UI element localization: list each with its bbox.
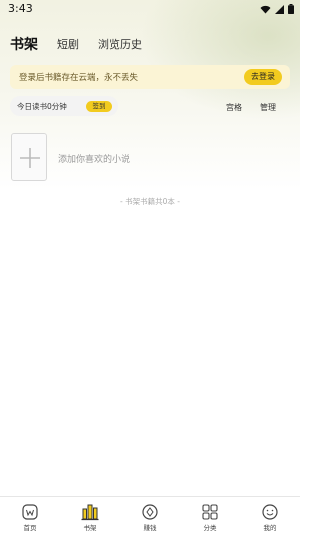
signal-icon bbox=[275, 4, 284, 14]
tab-short-drama[interactable]: 短剧 bbox=[57, 36, 79, 54]
login-banner-text: 登录后书籍存在云端，永不丢失 bbox=[19, 73, 139, 83]
nav-earn-label: 赚钱 bbox=[143, 524, 157, 532]
grid-category-icon bbox=[202, 504, 218, 520]
login-banner: 登录后书籍存在云端，永不丢失 去登录 bbox=[10, 65, 290, 89]
nav-bookshelf-label: 书架 bbox=[83, 524, 97, 532]
nav-profile[interactable]: 我的 bbox=[240, 497, 300, 535]
home-w-icon bbox=[22, 504, 38, 520]
status-bar: 3:43 bbox=[0, 0, 300, 20]
wifi-icon bbox=[260, 5, 271, 13]
coin-icon bbox=[142, 504, 158, 520]
plus-icon bbox=[20, 148, 40, 168]
add-book-button[interactable] bbox=[11, 133, 47, 181]
nav-bookshelf[interactable]: 书架 bbox=[60, 497, 120, 535]
bottom-navigation: 首页 书架 赚钱 分类 我的 bbox=[0, 496, 300, 535]
bookshelf-icon bbox=[81, 504, 99, 521]
shelf-count-text: - 书架书籍共0本 - bbox=[120, 197, 180, 206]
nav-home[interactable]: 首页 bbox=[0, 497, 60, 535]
grid-view-button[interactable]: 宫格 bbox=[226, 102, 242, 113]
nav-earn[interactable]: 赚钱 bbox=[120, 497, 180, 535]
header-tabs: 书架 短剧 浏览历史 bbox=[8, 30, 161, 55]
reading-time-pill: 今日读书0分钟 签到 bbox=[10, 96, 118, 116]
nav-category-label: 分类 bbox=[203, 524, 217, 532]
manage-button[interactable]: 管理 bbox=[260, 102, 276, 113]
battery-icon bbox=[288, 4, 294, 14]
add-book-label[interactable]: 添加你喜欢的小说 bbox=[58, 152, 130, 165]
nav-category[interactable]: 分类 bbox=[180, 497, 240, 535]
nav-profile-label: 我的 bbox=[263, 524, 277, 532]
tab-bookshelf[interactable]: 书架 bbox=[8, 34, 38, 55]
tab-browse-history[interactable]: 浏览历史 bbox=[98, 36, 142, 54]
sign-in-button[interactable]: 签到 bbox=[86, 101, 112, 112]
login-button[interactable]: 去登录 bbox=[244, 69, 282, 85]
reading-time-text: 今日读书0分钟 bbox=[17, 102, 67, 111]
status-time: 3:43 bbox=[8, 2, 33, 15]
nav-home-label: 首页 bbox=[23, 524, 37, 532]
smiley-profile-icon bbox=[262, 504, 278, 520]
